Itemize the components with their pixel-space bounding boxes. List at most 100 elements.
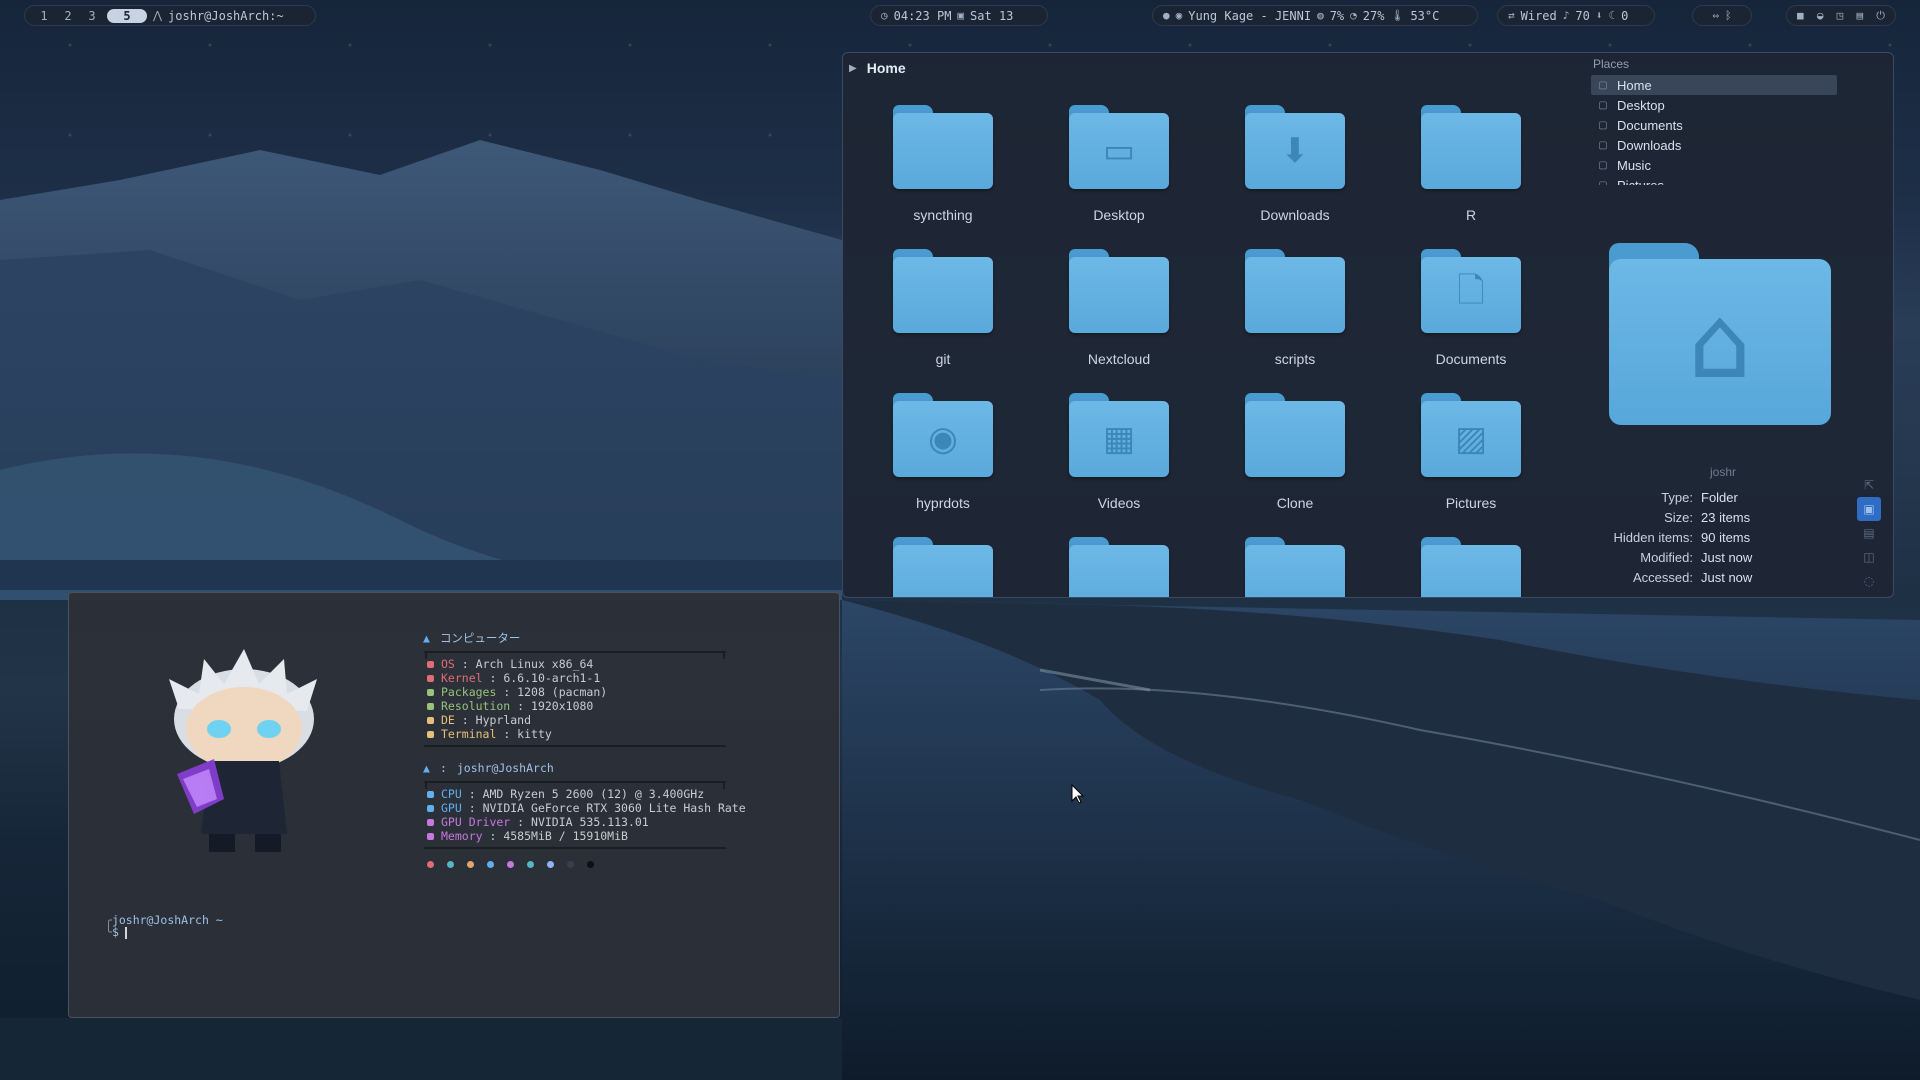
info-line: Resolution : 1920x1080 <box>427 699 725 713</box>
folder-item[interactable]: Clone <box>1225 393 1365 523</box>
folder-label: Pictures <box>1445 495 1497 511</box>
folder-label: Clone <box>1276 495 1314 511</box>
folder-item[interactable]: ▦ Videos <box>1049 393 1189 523</box>
property-row: Type: Folder <box>1583 487 1863 507</box>
lock-icon[interactable]: ■ <box>1797 9 1804 22</box>
screenshot-icon[interactable]: ◳ <box>1837 9 1844 22</box>
place-label: Documents <box>1617 117 1683 133</box>
download-icon: ▢ <box>1598 139 1608 151</box>
prompt-symbol: $ <box>111 925 119 939</box>
cpu-usage: 7% <box>1329 8 1345 23</box>
workspace-5-active[interactable]: 5 <box>107 8 147 23</box>
connectivity-module[interactable]: ⇔ ᛒ <box>1692 5 1752 26</box>
place-item-home[interactable]: ▢ Home <box>1591 75 1837 95</box>
folder-item[interactable]: ▭ Desktop <box>1049 105 1189 235</box>
folder-item[interactable]: ⬇ Downloads <box>1225 105 1365 235</box>
info-key: Kernel <box>441 671 483 685</box>
folder-item[interactable]: ▨ Pictures <box>1401 393 1541 523</box>
folder-item[interactable]: ◉ hyprdots <box>873 393 1013 523</box>
image-icon: ▨ <box>1454 419 1488 459</box>
text-cursor <box>124 926 127 939</box>
prompt-path: ~ <box>215 913 223 927</box>
property-value: Just now <box>1701 549 1753 565</box>
folder-item[interactable]: Nextcloud <box>1049 249 1189 379</box>
folder-label: hyprdots <box>916 495 970 511</box>
arrows-icon[interactable]: ⇔ <box>1712 9 1719 22</box>
folder-item[interactable]: scripts <box>1225 249 1365 379</box>
folder-plain-icon <box>1421 545 1521 597</box>
workspace-2[interactable]: 2 <box>59 9 77 23</box>
property-value: 90 items <box>1701 529 1751 545</box>
workspace-3[interactable]: 3 <box>83 9 101 23</box>
place-item-desktop[interactable]: ▢ Desktop <box>1591 95 1837 115</box>
folder-item[interactable] <box>1049 537 1189 597</box>
place-item-downloads[interactable]: ▢ Downloads <box>1591 135 1837 155</box>
places-heading: Places <box>1593 57 1630 71</box>
split-view-icon[interactable]: ◫ <box>1857 545 1881 569</box>
settings-icon[interactable]: ◌ <box>1857 569 1881 593</box>
tray-module: ■ ◒ ◳ ▤ ⏻ <box>1786 5 1896 26</box>
pin-icon[interactable]: ⇱ <box>1857 473 1881 497</box>
info-key: DE <box>441 713 455 727</box>
folder-item[interactable] <box>1401 537 1541 597</box>
folder-item[interactable]: R <box>1401 105 1541 235</box>
clock-module[interactable]: ◷ 04:23 PM ▣ Sat 13 <box>870 5 1048 26</box>
folder-item[interactable] <box>873 537 1013 597</box>
place-item-music[interactable]: ▢ Music <box>1591 155 1837 175</box>
property-key: Accessed: <box>1633 569 1693 585</box>
computer-heading: コンピューター <box>439 631 521 645</box>
folder-item[interactable] <box>1225 537 1365 597</box>
home-icon: ⌂ <box>1688 283 1752 401</box>
folder-label: Desktop <box>1093 207 1145 223</box>
clock-icon: ◷ <box>881 9 888 22</box>
place-item-pictures[interactable]: ▢ Pictures <box>1591 175 1837 186</box>
browser-icon[interactable]: ◒ <box>1817 9 1824 22</box>
shell-input-line[interactable]: ╰$ <box>105 925 127 939</box>
workspace-1[interactable]: 1 <box>35 9 53 23</box>
bluetooth-icon[interactable]: ᛒ <box>1725 9 1732 22</box>
power-icon[interactable]: ⏻ <box>1876 9 1885 23</box>
palette-swatch <box>427 861 434 868</box>
folder-plain-icon <box>893 257 993 333</box>
folder-item[interactable]: syncthing <box>873 105 1013 235</box>
preview-name: joshr <box>1709 465 1736 479</box>
info-key: GPU Driver <box>441 815 511 829</box>
info-value: 6.6.10-arch1-1 <box>503 671 601 685</box>
info-value: Arch Linux x86_64 <box>475 657 594 671</box>
folder-item[interactable]: git <box>873 249 1013 379</box>
folder-item[interactable]: 🗋︎ Documents <box>1401 249 1541 379</box>
palette-swatch <box>587 861 594 868</box>
info-line: Kernel : 6.6.10-arch1-1 <box>427 671 725 685</box>
info-key: Terminal <box>441 727 497 741</box>
info-view-icon[interactable]: ▣ <box>1857 497 1881 521</box>
current-location[interactable]: Home <box>867 60 906 76</box>
volume-icon[interactable]: ♪ <box>1563 9 1570 22</box>
ram-icon: ◔ <box>1350 9 1357 22</box>
network-audio-module[interactable]: ⇄ Wired ♪ 70 ⬇ ☾ 0 <box>1497 5 1655 26</box>
terminal-window[interactable]: ▲ コンピューター OS : Arch Linux x86_64 Kernel … <box>68 592 840 1018</box>
palette-swatch <box>507 861 514 868</box>
moon-icon[interactable]: ☾ <box>1608 9 1615 22</box>
folder-label: Nextcloud <box>1087 351 1151 367</box>
palette-swatch <box>487 861 494 868</box>
desktop-icon: ▭ <box>1102 131 1136 171</box>
clipboard-icon[interactable]: ▤ <box>1856 9 1863 22</box>
details-view-icon[interactable]: ▤ <box>1857 521 1881 545</box>
play-icon[interactable]: ◉ <box>1176 9 1183 22</box>
bullet-icon <box>427 833 434 840</box>
info-line: OS : Arch Linux x86_64 <box>427 657 725 671</box>
home-icon: ▢ <box>1598 79 1608 91</box>
expand-arrow-icon[interactable]: ▶ <box>849 63 857 74</box>
cpu-temp: 53°C <box>1410 8 1440 23</box>
folder-label: syncthing <box>913 207 973 223</box>
place-label: Music <box>1617 157 1651 173</box>
property-value: 23 items <box>1701 509 1751 525</box>
property-row: Modified: Just now <box>1583 547 1863 567</box>
property-row: Size: 23 items <box>1583 507 1863 527</box>
folder-plain-icon <box>1069 257 1169 333</box>
place-item-documents[interactable]: ▢ Documents <box>1591 115 1837 135</box>
media-stats-module[interactable]: ● ◉ Yung Kage - JENNI ◍ 7% ◔ 27% 🌡︎ 53°C <box>1152 5 1478 26</box>
microphone-icon[interactable]: ⬇ <box>1596 9 1603 22</box>
file-manager-window: ▶ Home syncthing ▭ Desktop ⬇ Downloads R… <box>842 52 1894 598</box>
info-key: Resolution <box>441 699 511 713</box>
